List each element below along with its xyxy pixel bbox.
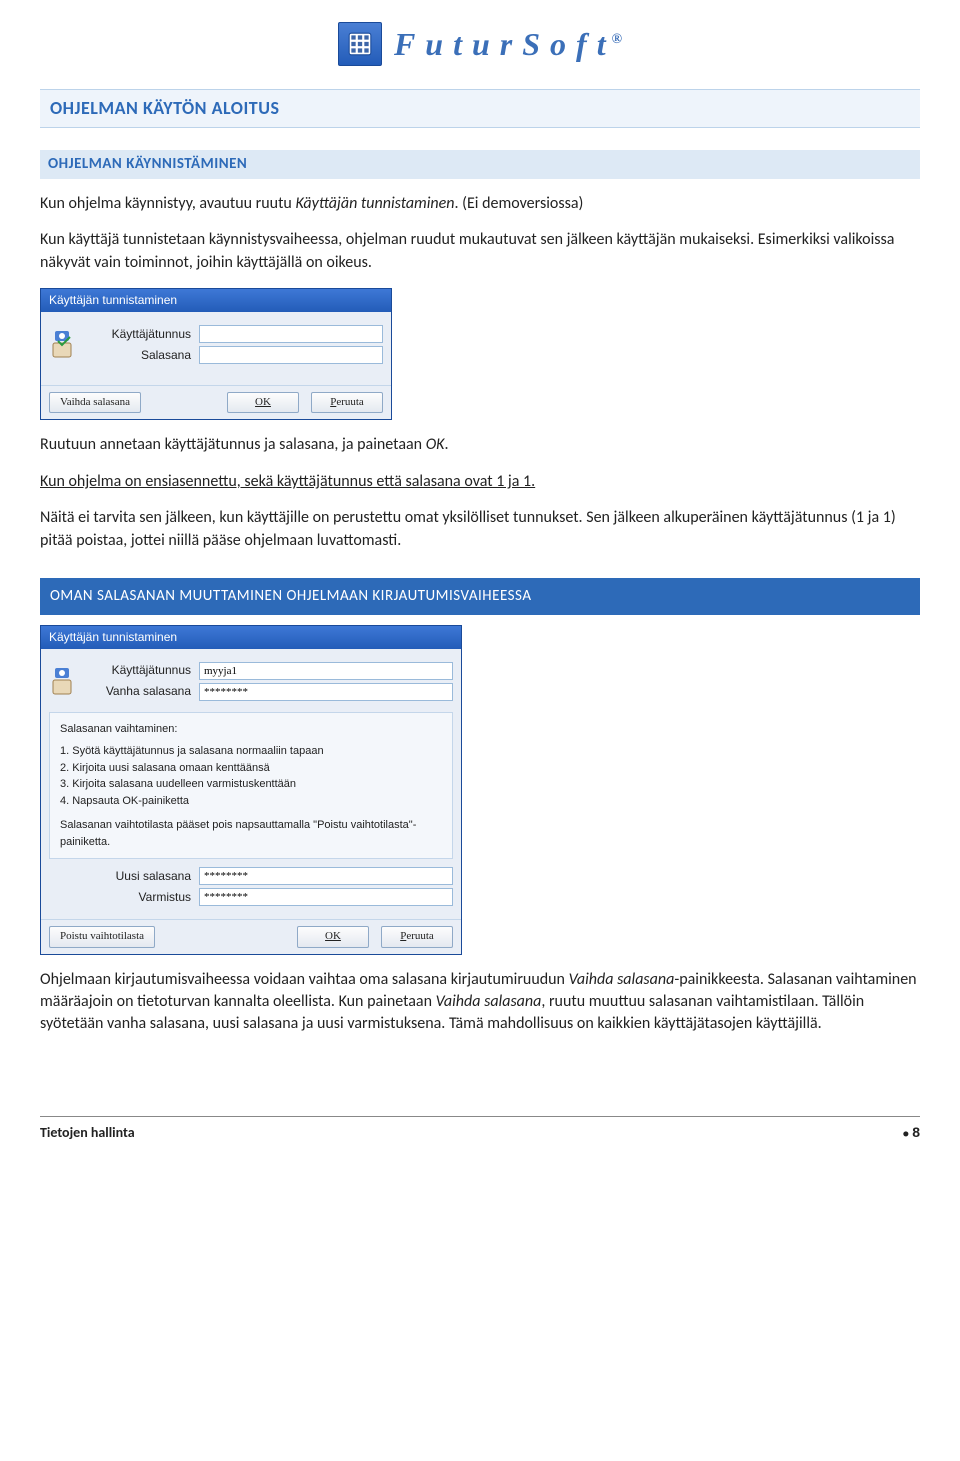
- username-input[interactable]: [199, 325, 383, 343]
- paragraph-remove-default: Näitä ei tarvita sen jälkeen, kun käyttä…: [40, 507, 920, 552]
- old-password-label: Vanha salasana: [91, 683, 199, 700]
- cancel-button[interactable]: Peruuta: [381, 926, 453, 947]
- password-label: Salasana: [91, 347, 199, 364]
- step-1: 1. Syötä käyttäjätunnus ja salasana norm…: [60, 743, 442, 760]
- new-password-input[interactable]: [199, 867, 453, 885]
- ok-button[interactable]: OK: [297, 926, 369, 947]
- section-h3: OMAN SALASANAN MUUTTAMINEN OHJELMAAN KIR…: [40, 578, 920, 615]
- panel-foot: Salasanan vaihtotilasta pääset pois naps…: [60, 817, 442, 850]
- paragraph-intro-1: Kun ohjelma käynnistyy, avautuu ruutu Kä…: [40, 193, 920, 215]
- instructions-panel: Salasanan vaihtaminen: 1. Syötä käyttäjä…: [49, 712, 453, 860]
- h1-text: OHJELMAN KÄYTÖN ALOITUS: [40, 90, 920, 127]
- paragraph-default-creds: Kun ohjelma on ensiasennettu, sekä käytt…: [40, 471, 920, 493]
- paragraph-intro-2: Kun käyttäjä tunnistetaan käynnistysvaih…: [40, 229, 920, 274]
- section-h2: OHJELMAN KÄYNNISTÄMINEN: [40, 150, 920, 179]
- old-password-input[interactable]: [199, 683, 453, 701]
- panel-title: Salasanan vaihtaminen:: [60, 721, 442, 738]
- footer-page: ●8: [903, 1123, 920, 1143]
- new-password-label: Uusi salasana: [91, 868, 199, 885]
- username-input[interactable]: [199, 662, 453, 680]
- change-password-button[interactable]: Vaihda salasana: [49, 392, 141, 413]
- section-h1: OHJELMAN KÄYTÖN ALOITUS: [40, 89, 920, 128]
- page-footer: Tietojen hallinta ●8: [40, 1116, 920, 1143]
- footer-section: Tietojen hallinta: [40, 1123, 135, 1143]
- username-label: Käyttäjätunnus: [91, 326, 199, 343]
- exit-change-mode-button[interactable]: Poistu vaihtotilasta: [49, 926, 155, 947]
- username-label: Käyttäjätunnus: [91, 662, 199, 679]
- confirm-password-label: Varmistus: [91, 889, 199, 906]
- paragraph-login-desc: Ruutuun annetaan käyttäjätunnus ja salas…: [40, 434, 920, 456]
- login-dialog: Käyttäjän tunnistaminen Käyttäjätunnus S…: [40, 288, 392, 420]
- user-icon: [49, 327, 83, 361]
- brand-title: FuturSoft®: [394, 22, 622, 67]
- step-4: 4. Napsauta OK-painiketta: [60, 793, 442, 810]
- user-icon: [49, 664, 83, 698]
- paragraph-change-password: Ohjelmaan kirjautumisvaiheessa voidaan v…: [40, 969, 920, 1036]
- login-dialog-title: Käyttäjän tunnistaminen: [41, 289, 391, 312]
- h2-text: OHJELMAN KÄYNNISTÄMINEN: [40, 150, 920, 179]
- brand-icon: [338, 22, 382, 66]
- password-input[interactable]: [199, 346, 383, 364]
- change-password-dialog: Käyttäjän tunnistaminen Käyttäjätunnus V…: [40, 625, 462, 955]
- confirm-password-input[interactable]: [199, 888, 453, 906]
- step-2: 2. Kirjoita uusi salasana omaan kenttään…: [60, 760, 442, 777]
- cancel-button[interactable]: Peruuta: [311, 392, 383, 413]
- brand-header: FuturSoft®: [40, 0, 920, 77]
- ok-button[interactable]: OK: [227, 392, 299, 413]
- step-3: 3. Kirjoita salasana uudelleen varmistus…: [60, 776, 442, 793]
- change-password-title: Käyttäjän tunnistaminen: [41, 626, 461, 649]
